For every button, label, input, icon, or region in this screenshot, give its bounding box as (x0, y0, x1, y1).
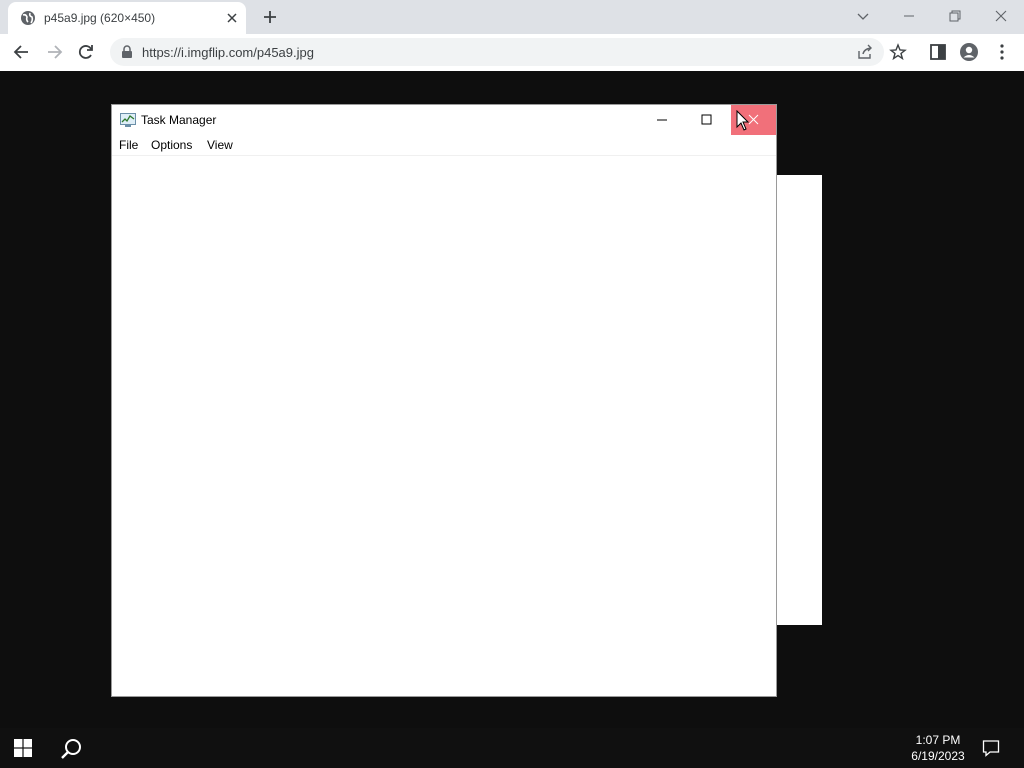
kebab-menu-icon[interactable] (992, 42, 1012, 62)
bookmark-star-icon[interactable] (888, 42, 908, 62)
search-icon[interactable] (60, 737, 84, 761)
forward-icon[interactable] (44, 42, 64, 62)
lock-icon[interactable] (120, 45, 134, 59)
restore-window-icon[interactable] (945, 6, 965, 26)
tab-search-icon[interactable] (853, 6, 873, 26)
address-bar[interactable]: https://i.imgflip.com/p45a9.jpg (110, 38, 884, 66)
url-text[interactable]: https://i.imgflip.com/p45a9.jpg (142, 45, 314, 60)
back-icon[interactable] (12, 42, 32, 62)
browser-tab[interactable]: p45a9.jpg (620×450) (8, 2, 246, 34)
browser-toolbar: https://i.imgflip.com/p45a9.jpg (0, 34, 1024, 72)
minimize-window-icon[interactable] (899, 6, 919, 26)
tm-maximize-icon[interactable] (684, 105, 729, 135)
task-manager-title: Task Manager (141, 113, 217, 127)
mouse-cursor-icon (736, 110, 750, 131)
system-clock[interactable]: 1:07 PM 6/19/2023 (900, 732, 976, 764)
task-manager-titlebar[interactable]: Task Manager (112, 105, 776, 135)
close-tab-icon[interactable] (224, 10, 240, 26)
tab-title: p45a9.jpg (620×450) (44, 11, 156, 25)
new-tab-icon[interactable] (261, 8, 279, 26)
displayed-image (775, 175, 822, 625)
task-manager-window: Task Manager File Options View (111, 104, 777, 697)
taskbar: 1:07 PM 6/19/2023 (0, 728, 1024, 768)
clock-time: 1:07 PM (915, 733, 961, 747)
clock-date: 6/19/2023 (911, 749, 965, 763)
tab-strip: p45a9.jpg (620×450) (0, 0, 1024, 34)
windows-start-icon[interactable] (14, 739, 32, 757)
globe-icon (21, 11, 35, 25)
tm-minimize-icon[interactable] (639, 105, 684, 135)
reload-icon[interactable] (76, 42, 96, 62)
task-manager-menubar: File Options View (112, 135, 776, 156)
share-icon[interactable] (856, 43, 874, 61)
notifications-icon[interactable] (982, 739, 1000, 757)
task-manager-icon (120, 113, 136, 127)
profile-icon[interactable] (959, 42, 979, 62)
menu-view[interactable]: View (207, 138, 233, 152)
close-window-icon[interactable] (991, 6, 1011, 26)
menu-file[interactable]: File (119, 138, 138, 152)
menu-options[interactable]: Options (151, 138, 192, 152)
side-panel-icon[interactable] (928, 42, 948, 62)
